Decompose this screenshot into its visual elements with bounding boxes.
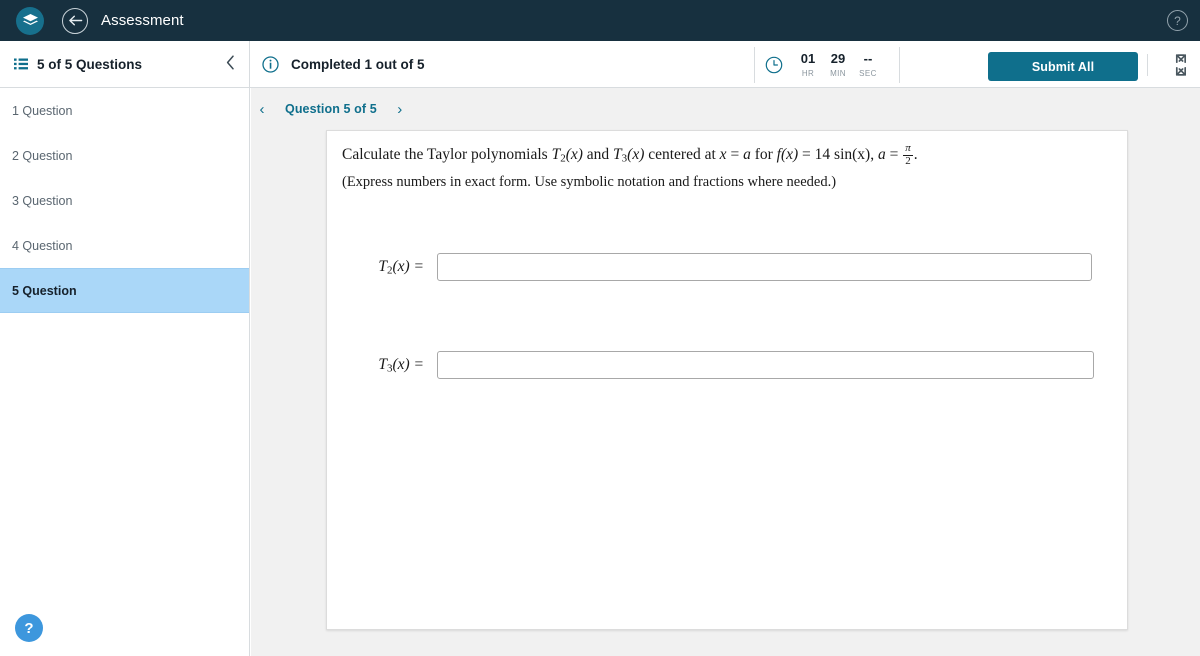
question-instruction-note: (Express numbers in exact form. Use symb… [342, 174, 837, 190]
sidebar-collapse-button[interactable] [226, 55, 235, 70]
timer-minutes-value: 29 [830, 51, 846, 66]
prompt-equals-2: = [798, 146, 815, 163]
sidebar-item-question-5[interactable]: 5 Question [0, 268, 249, 313]
prompt-text-1: Calculate the Taylor polynomials [342, 146, 552, 163]
help-button[interactable]: ? [15, 614, 43, 642]
fraction-numerator: π [903, 142, 913, 156]
previous-question-button[interactable]: ‹ [251, 101, 273, 118]
app-title: Assessment [101, 12, 184, 29]
sidebar-header: 5 of 5 Questions [0, 41, 250, 87]
list-icon[interactable] [14, 58, 28, 70]
completion-status: Completed 1 out of 5 [250, 41, 425, 87]
timer-minutes-label: MIN [830, 69, 846, 78]
app-header-bar: Assessment ? [0, 0, 1200, 41]
prompt-f-arg: (x) [780, 146, 799, 163]
fraction-denominator: 2 [905, 154, 911, 167]
sidebar-item-label: 4 Question [12, 238, 73, 253]
question-sidebar: 1 Question 2 Question 3 Question 4 Quest… [0, 88, 250, 656]
prompt-text-3: for [750, 146, 777, 163]
prompt-equals-3: = [885, 146, 903, 163]
sidebar-item-question-4[interactable]: 4 Question [0, 223, 249, 268]
answer-label-t3: T3(x) = [342, 356, 424, 374]
answer-row-t2: T2(x) = [342, 253, 1092, 281]
timer-hours: 01 HR [793, 51, 823, 79]
submit-all-button[interactable]: Submit All [988, 52, 1138, 81]
back-button[interactable] [62, 7, 88, 34]
answer-input-t2[interactable] [437, 253, 1092, 281]
answer-input-t3[interactable] [437, 351, 1094, 379]
answer-row-t3: T3(x) = [342, 351, 1094, 379]
prompt-T3: T [613, 146, 622, 163]
prompt-equals-1: = [726, 146, 744, 163]
help-circle-icon[interactable]: ? [1167, 10, 1188, 31]
prompt-T3-arg: (x) [627, 146, 645, 163]
sidebar-item-question-2[interactable]: 2 Question [0, 133, 249, 178]
prompt-comma: , [870, 146, 878, 163]
prompt-fraction-pi-over-2: π2 [903, 142, 913, 167]
clock-icon [765, 56, 783, 74]
back-arrow-icon [68, 15, 82, 26]
prompt-text-2: centered at [644, 146, 720, 163]
assessment-toolbar: 5 of 5 Questions Completed 1 out of 5 01… [0, 41, 1200, 88]
answer-label-t2-arg: (x) = [392, 257, 424, 275]
question-count-label: 5 of 5 Questions [37, 56, 143, 72]
sidebar-item-label: 5 Question [12, 283, 77, 298]
prompt-T2-arg: (x) [565, 146, 583, 163]
answer-label-t2-base: T [378, 257, 387, 275]
fullscreen-expand-icon[interactable] [1147, 54, 1186, 76]
app-logo[interactable] [16, 6, 44, 35]
answer-label-t3-arg: (x) = [392, 355, 424, 373]
prompt-a-1: a [743, 146, 751, 163]
prompt-period: . [913, 146, 918, 163]
question-prompt: Calculate the Taylor polynomials T 2 (x) a… [342, 142, 918, 167]
timer-hours-label: HR [801, 69, 815, 78]
question-card: Calculate the Taylor polynomials T 2 (x) a… [326, 130, 1128, 630]
prompt-function: 14 sin(x) [814, 146, 871, 163]
layers-logo-icon [22, 14, 38, 25]
answer-label-t2: T2(x) = [342, 258, 424, 276]
next-question-button[interactable]: › [389, 101, 411, 118]
sidebar-item-label: 1 Question [12, 103, 73, 118]
completed-label: Completed 1 out of 5 [291, 56, 425, 72]
sidebar-item-label: 2 Question [12, 148, 73, 163]
question-navigation: ‹ Question 5 of 5 › [251, 88, 1200, 130]
info-circle-icon[interactable] [262, 55, 279, 73]
question-position-label: Question 5 of 5 [285, 102, 377, 116]
timer-seconds: -- SEC [853, 51, 883, 79]
prompt-x: x [719, 146, 727, 163]
sidebar-item-label: 3 Question [12, 193, 73, 208]
prompt-T2: T [551, 146, 561, 163]
timer-seconds-value: -- [863, 51, 873, 66]
prompt-a-2: a [877, 146, 886, 163]
prompt-and: and [582, 146, 614, 163]
assessment-timer: 01 HR 29 MIN -- SEC [754, 47, 900, 83]
timer-seconds-label: SEC [859, 69, 877, 78]
sidebar-item-question-3[interactable]: 3 Question [0, 178, 249, 223]
timer-minutes: 29 MIN [823, 51, 853, 79]
answer-label-t3-base: T [378, 355, 387, 373]
main-content-area: ‹ Question 5 of 5 › Calculate the Taylor… [251, 88, 1200, 656]
timer-hours-value: 01 [800, 51, 816, 66]
sidebar-item-question-1[interactable]: 1 Question [0, 88, 249, 133]
